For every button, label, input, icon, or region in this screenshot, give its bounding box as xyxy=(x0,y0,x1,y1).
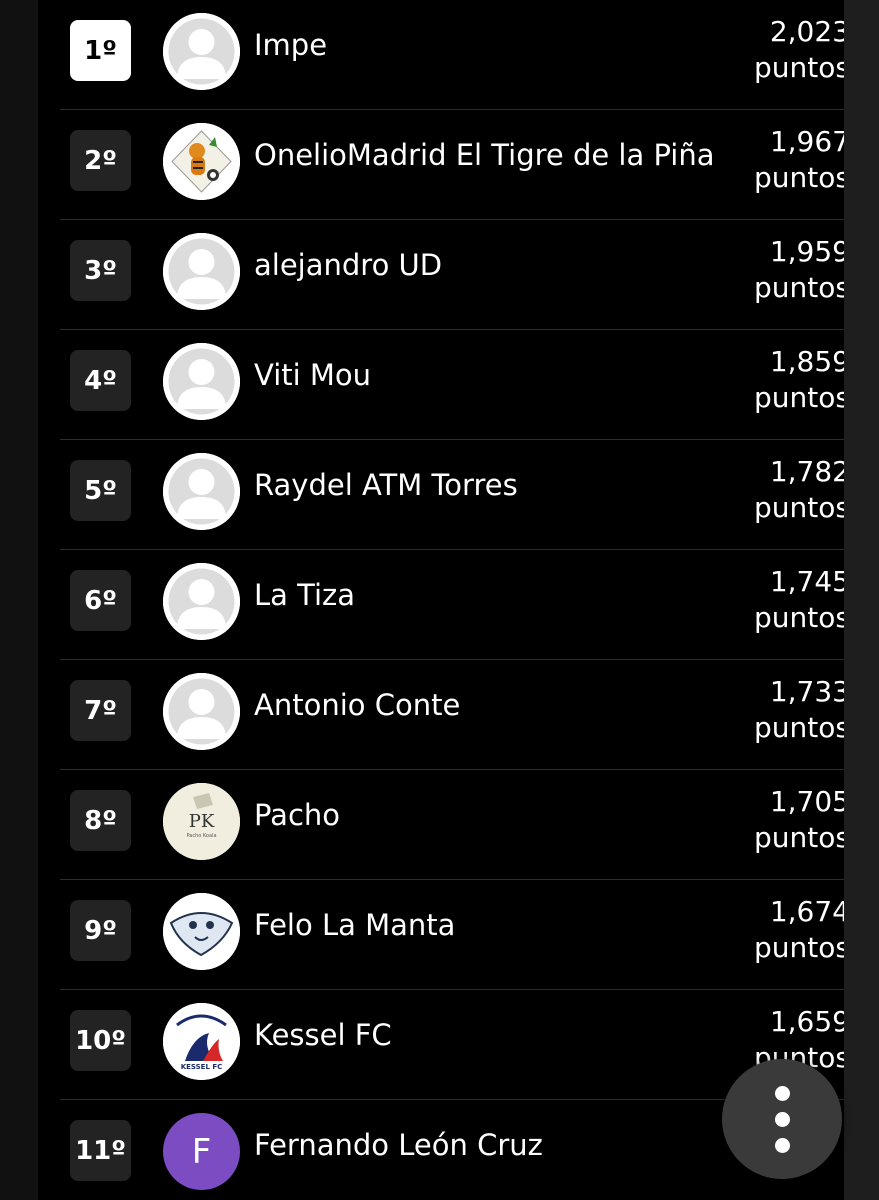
points-value: 1,733 puntos xyxy=(754,675,844,744)
rank-badge: 9º xyxy=(70,900,131,961)
default-user-icon xyxy=(163,673,240,750)
rank-badge: 10º xyxy=(70,1010,131,1071)
default-user-icon xyxy=(163,453,240,530)
more-vertical-icon xyxy=(774,1085,790,1101)
leaderboard-row[interactable]: 3º alejandro UD 1,959 puntos xyxy=(60,220,844,330)
points-value: 2,023 puntos xyxy=(754,15,844,84)
points-value: 1,674 puntos xyxy=(754,895,844,964)
kessel-fc-logo-icon: KESSEL FC xyxy=(163,1003,240,1080)
leaderboard-row[interactable]: 9º Felo La Manta 1,674 puntos xyxy=(60,880,844,990)
points-value: 1,745 puntos xyxy=(754,565,844,634)
rank-badge: 4º xyxy=(70,350,131,411)
user-name: Raydel ATM Torres xyxy=(254,468,518,502)
rank-badge: 1º xyxy=(70,20,131,81)
points-value: 1,959 puntos xyxy=(754,235,844,304)
rank-badge: 2º xyxy=(70,130,131,191)
kessel-fc-logo-text: KESSEL FC xyxy=(181,1063,223,1071)
user-name: alejandro UD xyxy=(254,248,443,282)
leaderboard-row[interactable]: 4º Viti Mou 1,859 puntos xyxy=(60,330,844,440)
pk-logo-text: PK xyxy=(189,811,215,832)
user-name: Impe xyxy=(254,28,328,62)
user-name: Kessel FC xyxy=(254,1018,392,1052)
rank-badge: 6º xyxy=(70,570,131,631)
manta-logo-icon xyxy=(163,893,240,970)
leaderboard-panel: 1º Impe 2,023 puntos 2º OnelioMadrid El T… xyxy=(38,0,844,1200)
user-name: Pacho xyxy=(254,798,341,832)
default-user-icon xyxy=(163,343,240,420)
more-options-button[interactable] xyxy=(722,1059,842,1179)
rank-badge: 5º xyxy=(70,460,131,521)
user-name: Fernando León Cruz xyxy=(254,1128,543,1162)
points-value: 1,705 puntos xyxy=(754,785,844,854)
scrollbar[interactable] xyxy=(844,0,879,1200)
user-name: Viti Mou xyxy=(254,358,372,392)
leaderboard-row[interactable]: 1º Impe 2,023 puntos xyxy=(60,0,844,110)
leaderboard-row[interactable]: 7º Antonio Conte 1,733 puntos xyxy=(60,660,844,770)
leaderboard-row[interactable]: 10º KESSEL FC Kessel FC 1,659 puntos xyxy=(60,990,844,1100)
letter-avatar: F xyxy=(163,1113,240,1190)
rank-badge: 3º xyxy=(70,240,131,301)
leaderboard-row[interactable]: 6º La Tiza 1,745 puntos xyxy=(60,550,844,660)
user-name: Antonio Conte xyxy=(254,688,461,722)
pk-logo-icon: PK Pacho Koala xyxy=(163,783,240,860)
leaderboard-row[interactable]: 5º Raydel ATM Torres 1,782 puntos xyxy=(60,440,844,550)
user-name: La Tiza xyxy=(254,578,356,612)
default-user-icon xyxy=(163,13,240,90)
user-name: Felo La Manta xyxy=(254,908,456,942)
leaderboard-row[interactable]: 2º OnelioMadrid El Tigre de la Piña 1,96… xyxy=(60,110,844,220)
default-user-icon xyxy=(163,563,240,640)
rank-badge: 8º xyxy=(70,790,131,851)
rank-badge: 11º xyxy=(70,1120,131,1181)
user-name: OnelioMadrid El Tigre de la Piña xyxy=(254,138,715,172)
leaderboard-row[interactable]: 8º PK Pacho Koala Pacho 1,705 puntos xyxy=(60,770,844,880)
points-value: 1,967 puntos xyxy=(754,125,844,194)
rank-badge: 7º xyxy=(70,680,131,741)
leaderboard-list: 1º Impe 2,023 puntos 2º OnelioMadrid El T… xyxy=(38,0,844,1200)
default-user-icon xyxy=(163,233,240,310)
pk-logo-subtext: Pacho Koala xyxy=(186,833,216,839)
tiger-logo-icon xyxy=(163,123,240,200)
points-value: 1,782 puntos xyxy=(754,455,844,524)
points-value: 1,859 puntos xyxy=(754,345,844,414)
